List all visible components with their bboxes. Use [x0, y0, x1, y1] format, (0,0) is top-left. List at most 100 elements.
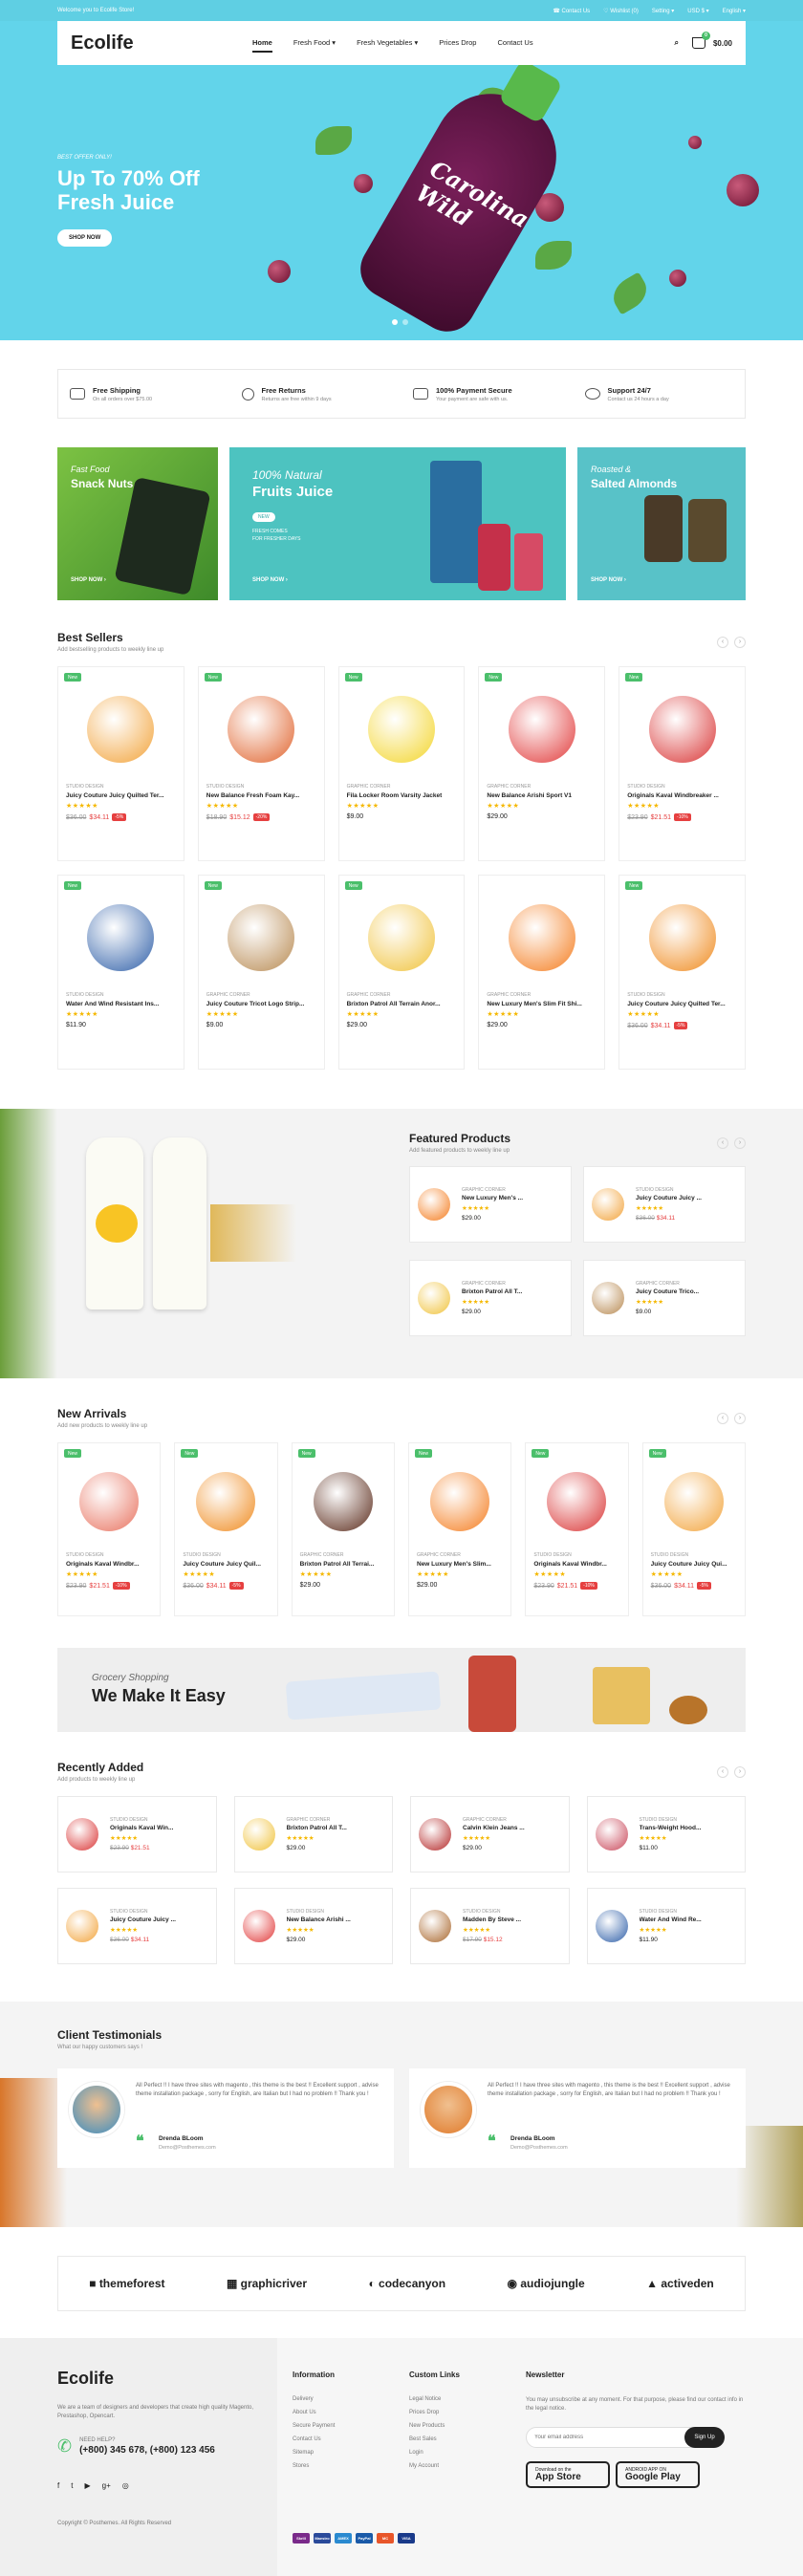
prev-arrow-icon[interactable]: ‹ — [717, 1137, 728, 1149]
footer-link[interactable]: My Account — [409, 2463, 460, 2469]
product-name[interactable]: Brixton Patrol All Terrain Anor... — [347, 1001, 457, 1007]
product-image[interactable] — [66, 1910, 98, 1942]
nav-fresh-vegetables[interactable]: Fresh Vegetables ▾ — [357, 34, 418, 53]
product-card[interactable]: New GRAPHIC CORNER Brixton Patrol All Te… — [291, 1442, 395, 1616]
product-card[interactable]: New STUDIO DESIGN New Balance Fresh Foam… — [197, 666, 325, 861]
product-name[interactable]: Madden By Steve ... — [463, 1916, 558, 1923]
product-image[interactable] — [595, 1910, 628, 1942]
product-name[interactable]: Juicy Couture Tricot Logo Strip... — [206, 1001, 316, 1007]
search-icon[interactable]: ⌕ — [674, 38, 678, 48]
prev-arrow-icon[interactable]: ‹ — [717, 637, 728, 648]
next-arrow-icon[interactable]: › — [734, 1137, 746, 1149]
footer-link[interactable]: Contact Us — [293, 2436, 335, 2442]
product-image[interactable] — [242, 1910, 275, 1942]
slider-dot[interactable] — [402, 319, 408, 325]
product-image[interactable] — [508, 696, 575, 763]
product-image[interactable] — [430, 1472, 490, 1531]
product-mini-card[interactable]: STUDIO DESIGN Trans-Weight Hood... ★★★★★… — [586, 1796, 746, 1872]
product-name[interactable]: Juicy Couture Juicy ... — [110, 1916, 206, 1923]
product-card[interactable]: New STUDIO DESIGN Juicy Couture Juicy Qu… — [641, 1442, 746, 1616]
product-card[interactable]: New GRAPHIC CORNER Juicy Couture Tricot … — [197, 875, 325, 1070]
product-image[interactable] — [367, 696, 435, 763]
product-image[interactable] — [228, 904, 295, 971]
product-name[interactable]: Trans-Weight Hood... — [640, 1825, 735, 1831]
product-card[interactable]: New GRAPHIC CORNER New Balance Arishi Sp… — [478, 666, 606, 861]
product-card[interactable]: New GRAPHIC CORNER Brixton Patrol All Te… — [337, 875, 466, 1070]
logo[interactable]: Ecolife — [71, 32, 252, 54]
product-name[interactable]: New Balance Arishi ... — [287, 1916, 382, 1923]
instagram-icon[interactable]: ◎ — [122, 2481, 129, 2490]
footer-link[interactable]: Secure Payment — [293, 2423, 335, 2429]
product-name[interactable]: New Luxury Men's Slim... — [417, 1561, 503, 1568]
setting-dropdown[interactable]: Setting ▾ — [652, 8, 674, 14]
product-name[interactable]: Juicy Couture Juicy Quilted Ter... — [66, 792, 176, 799]
footer-link[interactable]: Delivery — [293, 2396, 335, 2402]
product-image[interactable] — [66, 1818, 98, 1851]
sign-up-button[interactable]: Sign Up — [684, 2427, 725, 2448]
brand-logo[interactable]: ◉ audiojungle — [508, 2277, 585, 2290]
product-card[interactable]: New STUDIO DESIGN Water And Wind Resista… — [57, 875, 184, 1070]
youtube-icon[interactable]: ▶ — [84, 2481, 90, 2490]
product-image[interactable] — [418, 1188, 450, 1221]
product-card[interactable]: New STUDIO DESIGN Originals Kaval Windbr… — [57, 1442, 162, 1616]
product-name[interactable]: Brixton Patrol All T... — [287, 1825, 382, 1831]
google-play-button[interactable]: ANDROID APP ON Google Play — [616, 2461, 700, 2488]
product-card[interactable]: New STUDIO DESIGN Juicy Couture Juicy Qu… — [57, 666, 184, 861]
product-name[interactable]: Calvin Klein Jeans ... — [463, 1825, 558, 1831]
brand-logo[interactable]: ◐ codecanyon — [368, 2277, 445, 2290]
product-image[interactable] — [418, 1282, 450, 1314]
brand-logo[interactable]: ▦ graphicriver — [227, 2277, 307, 2290]
product-mini-card[interactable]: GRAPHIC CORNER New Luxury Men's ... ★★★★… — [409, 1166, 572, 1243]
prev-arrow-icon[interactable]: ‹ — [717, 1413, 728, 1424]
product-image[interactable] — [663, 1472, 724, 1531]
product-name[interactable]: Brixton Patrol All Terrai... — [300, 1561, 386, 1568]
product-image[interactable] — [87, 696, 155, 763]
product-card[interactable]: New GRAPHIC CORNER New Luxury Men's Slim… — [408, 1442, 512, 1616]
google-plus-icon[interactable]: g+ — [102, 2481, 111, 2490]
product-name[interactable]: Originals Kaval Windbr... — [533, 1561, 619, 1568]
product-image[interactable] — [419, 1818, 451, 1851]
newsletter-email-input[interactable] — [526, 2427, 698, 2448]
product-mini-card[interactable]: STUDIO DESIGN Juicy Couture Juicy ... ★★… — [583, 1166, 746, 1243]
banner-fruits-juice[interactable]: 100% Natural Fruits Juice NEW FRESH COMES… — [229, 447, 566, 600]
product-image[interactable] — [79, 1472, 140, 1531]
product-image[interactable] — [547, 1472, 607, 1531]
banner-snack-nuts[interactable]: Fast Food Snack Nuts SHOP NOW › — [57, 447, 218, 600]
product-image[interactable] — [242, 1818, 275, 1851]
product-mini-card[interactable]: GRAPHIC CORNER Calvin Klein Jeans ... ★★… — [410, 1796, 570, 1872]
product-mini-card[interactable]: STUDIO DESIGN New Balance Arishi ... ★★★… — [233, 1888, 393, 1964]
brand-logo[interactable]: ▲ activeden — [646, 2277, 714, 2290]
product-image[interactable] — [592, 1188, 624, 1221]
product-name[interactable]: Juicy Couture Juicy Quil... — [183, 1561, 269, 1568]
product-name[interactable]: New Balance Fresh Foam Kay... — [206, 792, 316, 799]
product-card[interactable]: New GRAPHIC CORNER Fila Locker Room Vars… — [337, 666, 466, 861]
product-name[interactable]: Water And Wind Resistant Ins... — [66, 1001, 176, 1007]
product-mini-card[interactable]: STUDIO DESIGN Originals Kaval Win... ★★★… — [57, 1796, 217, 1872]
footer-link[interactable]: New Products — [409, 2423, 460, 2429]
app-store-button[interactable]: Download on the App Store — [526, 2461, 610, 2488]
product-name[interactable]: Juicy Couture Juicy ... — [636, 1195, 731, 1201]
shop-now-button[interactable]: SHOP NOW — [57, 229, 113, 247]
product-image[interactable] — [313, 1472, 373, 1531]
slider-dot[interactable] — [392, 319, 398, 325]
product-image[interactable] — [648, 696, 716, 763]
product-image[interactable] — [592, 1282, 624, 1314]
product-mini-card[interactable]: STUDIO DESIGN Water And Wind Re... ★★★★★… — [586, 1888, 746, 1964]
footer-link[interactable]: Login — [409, 2450, 460, 2456]
contact-link[interactable]: ☎ Contact Us — [553, 8, 590, 14]
product-image[interactable] — [87, 904, 155, 971]
next-arrow-icon[interactable]: › — [734, 1413, 746, 1424]
product-name[interactable]: Originals Kaval Windbr... — [66, 1561, 152, 1568]
product-name[interactable]: Originals Kaval Win... — [110, 1825, 206, 1831]
phone-number[interactable]: (+800) 345 678, (+800) 123 456 — [79, 2445, 215, 2456]
nav-contact[interactable]: Contact Us — [497, 34, 532, 53]
nav-prices-drop[interactable]: Prices Drop — [439, 34, 476, 53]
product-image[interactable] — [228, 696, 295, 763]
footer-link[interactable]: Sitemap — [293, 2450, 335, 2456]
footer-link[interactable]: Prices Drop — [409, 2410, 460, 2415]
banner-shop-link[interactable]: SHOP NOW › — [252, 577, 288, 583]
product-image[interactable] — [419, 1910, 451, 1942]
footer-link[interactable]: Best Sales — [409, 2436, 460, 2442]
product-mini-card[interactable]: GRAPHIC CORNER Brixton Patrol All T... ★… — [409, 1260, 572, 1336]
product-name[interactable]: Juicy Couture Trico... — [636, 1288, 731, 1295]
